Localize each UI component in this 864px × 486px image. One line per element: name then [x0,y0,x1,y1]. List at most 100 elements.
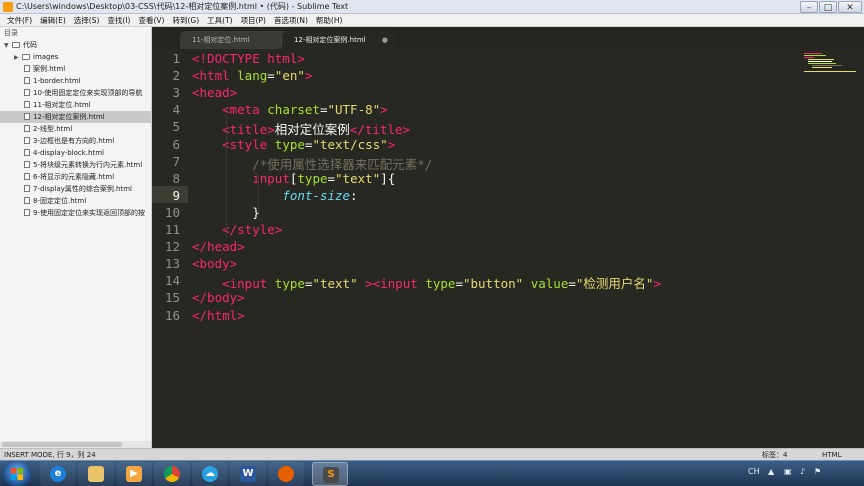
taskbar-app[interactable]: ☁ [192,462,228,486]
tree-file-label: 12-相对定位案例.html [33,113,105,121]
code-line[interactable]: </style> [192,222,282,237]
tray-flag-icon[interactable]: ⚑ [814,467,821,476]
taskbar-chrome[interactable] [154,462,190,486]
tab-dirty-indicator-icon[interactable]: ● [382,31,388,49]
file-icon [24,185,30,192]
code-token: = [455,276,463,292]
tree-file-label: 2-线型.html [33,125,73,133]
tab-label: 12-相对定位案例.html [294,36,366,44]
close-button[interactable]: ✕ [838,1,862,13]
minimap[interactable] [804,51,860,75]
code-line[interactable]: <head> [192,85,237,100]
code-line[interactable]: </body> [192,290,245,305]
line-number-gutter: 1 2 3 4 5 6 7 8 9 10 11 12 13 14 15 16 [152,49,188,448]
code-editor[interactable]: 1 2 3 4 5 6 7 8 9 10 11 12 13 14 15 16 <!DOCTYPE html> <… [152,49,864,448]
tree-file[interactable]: 3-边框也是有方向的.html [0,135,151,147]
tree-file-label: 4-display-block.html [33,149,104,157]
code-line[interactable]: font-size: [192,188,357,203]
tree-file[interactable]: 4-display-block.html [0,147,151,159]
code-line[interactable]: <html lang="en"> [192,68,312,83]
taskbar-media-player[interactable]: ▶ [116,462,152,486]
code-token: </body> [192,290,245,306]
tree-file-label: 10-使用固定定位来实现顶部的导航 [33,89,143,97]
tree-root-folder[interactable]: ▼ 代码 [0,39,151,51]
code-token: "text/css" [312,136,388,152]
status-syntax[interactable]: HTML [822,450,841,460]
tree-file[interactable]: 7-display属性的综合案例.html [0,183,151,195]
menu-item[interactable]: 项目(P) [237,14,270,26]
line-number: 16 [164,307,180,323]
tray-volume-icon[interactable]: ♪ [800,467,805,476]
tree-file[interactable]: 12-相对定位案例.html [0,111,151,123]
menu-item[interactable]: 查看(V) [134,14,168,26]
status-tab-size[interactable]: 标签：4 [762,450,787,460]
tab-12-relative-case[interactable]: 12-相对定位案例.html ● [282,31,396,49]
folder-icon [22,54,30,60]
menu-bar: 文件(F) 编辑(E) 选择(S) 查找(I) 查看(V) 转到(G) 工具(T) 项目(P)… [0,14,864,27]
code-line[interactable]: <!DOCTYPE html> [192,51,305,66]
tree-file-label: 7-display属性的综合案例.html [33,185,133,193]
line-number: 13 [164,256,180,272]
menu-item[interactable]: 查找(I) [103,14,134,26]
tree-file-label: 8-固定定位.html [33,197,87,205]
code-token: = [327,170,336,186]
tree-file[interactable]: 案例.html [0,63,151,75]
menu-item[interactable]: 选择(S) [70,14,104,26]
code-token: ]{ [380,170,396,186]
taskbar-sublime[interactable]: S [312,462,348,486]
tree-file[interactable]: 5-将块级元素转换为行内元素.html [0,159,151,171]
tree-file[interactable]: 8-固定定位.html [0,195,151,207]
tab-11-relative[interactable]: 11-相对定位.html × [180,31,294,49]
code-line[interactable]: <body> [192,256,237,271]
internet-explorer-icon: e [50,466,66,482]
sublime-text-icon: S [323,467,339,483]
tray-arrow-icon[interactable]: ▲ [768,467,774,476]
menu-item[interactable]: 转到(G) [168,14,203,26]
menu-item[interactable]: 首选项(N) [270,14,312,26]
code-token: <!DOCTYPE html> [192,51,305,66]
tree-file[interactable]: 6-将显示的元素隐藏.html [0,171,151,183]
tree-file[interactable]: 9-使用固定定位来实现返回顶部的按 [0,207,151,219]
maximize-button[interactable]: □ [819,1,837,13]
line-number: 6 [172,136,180,152]
tab-label: 11-相对定位.html [192,36,250,44]
code-line[interactable]: </head> [192,239,245,254]
taskbar-firefox[interactable] [268,462,304,486]
code-line[interactable]: </html> [192,308,245,323]
code-line[interactable]: <meta charset="UTF-8"> [192,102,388,117]
menu-item[interactable]: 文件(F) [3,14,36,26]
code-token: <html [192,68,238,84]
start-button[interactable] [3,462,31,486]
menu-item[interactable]: 工具(T) [203,14,236,26]
code-line[interactable]: input[type="text"]{ [192,171,395,186]
sidebar-scrollbar[interactable] [0,441,151,448]
scrollbar-thumb[interactable] [2,442,122,447]
code-token: > [387,136,396,152]
file-icon [24,101,30,108]
chevron-right-icon: ▶ [14,54,19,61]
taskbar-explorer[interactable] [78,462,114,486]
code-token: <meta [222,102,268,118]
tree-file-label: 11-相对定位.html [33,101,91,109]
tree-folder[interactable]: ▶ images [0,51,151,63]
code-line[interactable]: <input type="text" ><input type="button"… [192,273,661,292]
taskbar-ie[interactable]: e [40,462,76,486]
menu-item[interactable]: 编辑(E) [36,14,70,26]
tray-language[interactable]: CH [748,467,760,476]
tree-file[interactable]: 10-使用固定定位来实现顶部的导航 [0,87,151,99]
windows-taskbar: e ▶ ☁ W S CH ▲ ▣ ♪ ⚑ [0,460,864,486]
tree-file[interactable]: 11-相对定位.html [0,99,151,111]
tree-file[interactable]: 1-border.html [0,75,151,87]
tray-network-icon[interactable]: ▣ [784,467,792,476]
code-token: > [380,102,388,118]
code-line[interactable]: <style type="text/css"> [192,137,395,152]
taskbar-word[interactable]: W [230,462,266,486]
file-icon [24,197,30,204]
file-icon [24,89,30,96]
tree-file[interactable]: 2-线型.html [0,123,151,135]
minimize-button[interactable]: – [800,1,818,13]
menu-item[interactable]: 帮助(H) [312,14,347,26]
